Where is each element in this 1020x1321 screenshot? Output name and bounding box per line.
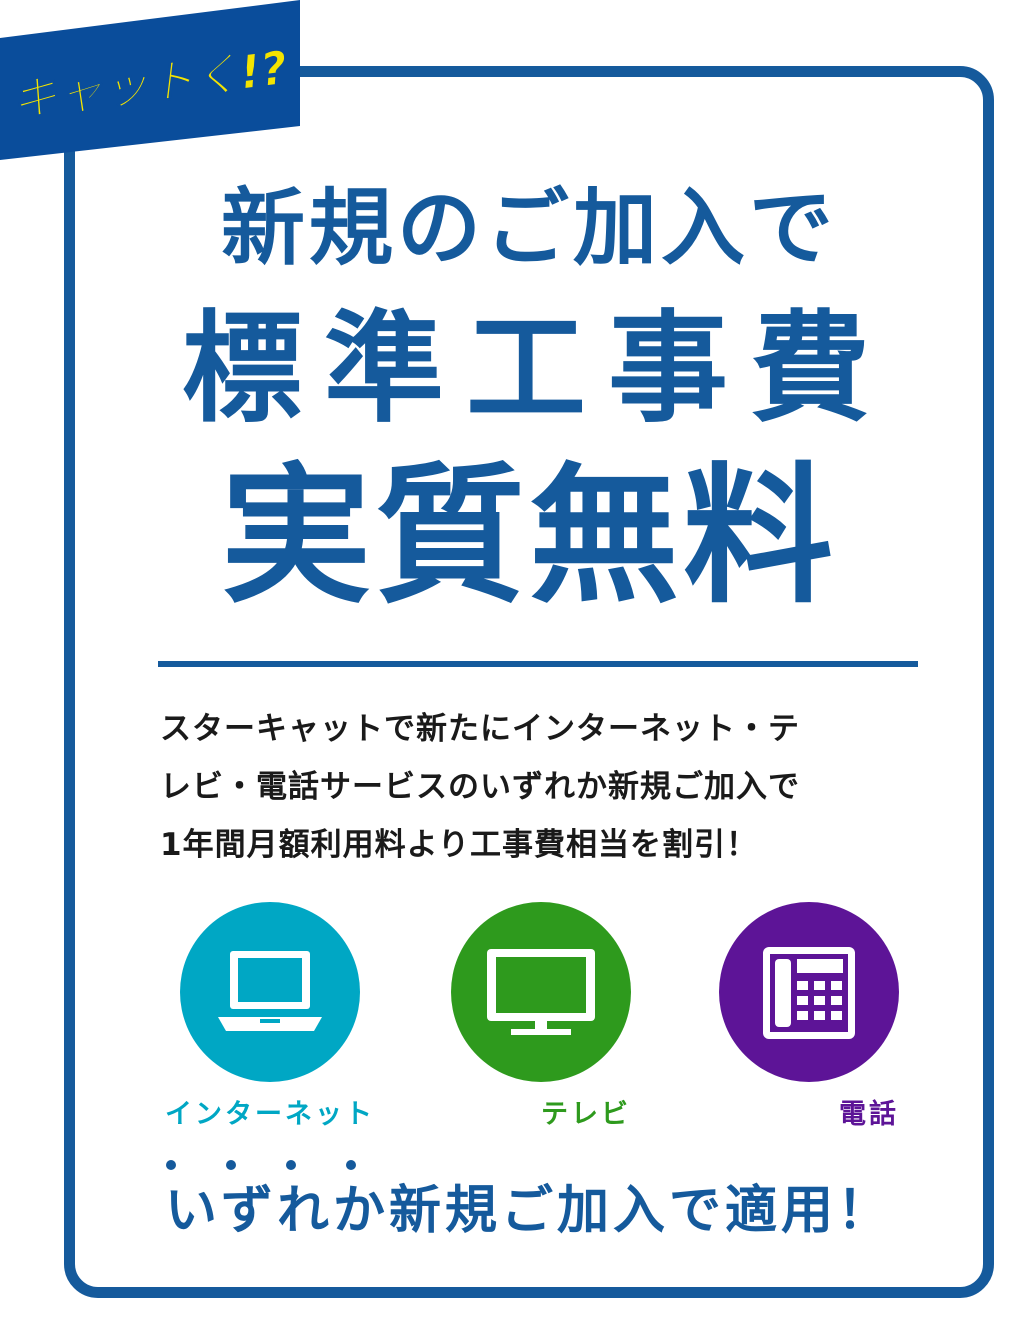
service-phone: 電話 bbox=[719, 902, 899, 1131]
service-phone-circle bbox=[719, 902, 899, 1082]
service-tv-circle bbox=[451, 902, 631, 1082]
laptop-icon bbox=[218, 951, 322, 1031]
service-tv-label: テレビ bbox=[541, 1099, 631, 1130]
brand-logo: キャットく!? bbox=[0, 0, 300, 160]
phone-icon bbox=[763, 947, 855, 1039]
headline-line-1: 新規のご加入で bbox=[220, 179, 837, 277]
tv-icon bbox=[487, 949, 595, 1035]
description-line: 1年間月額利用料より工事費相当を割引！ bbox=[160, 827, 758, 863]
headline-line-3: 実質無料 bbox=[220, 450, 837, 624]
service-internet: インターネット bbox=[165, 902, 372, 1131]
emphasis-dots bbox=[160, 1160, 380, 1172]
headline-line-2: 標準工事費 bbox=[182, 300, 892, 439]
service-internet-circle bbox=[180, 902, 360, 1082]
description-line: レビ・電話サービスのいずれか新規ご加入で bbox=[160, 769, 800, 805]
emphasis-dot bbox=[346, 1160, 356, 1170]
emphasis-dot bbox=[286, 1160, 296, 1170]
description: スターキャットで新たにインターネット・テ レビ・電話サービスのいずれか新規ご加入… bbox=[160, 700, 940, 874]
emphasis-dot bbox=[166, 1160, 176, 1170]
divider bbox=[158, 661, 918, 667]
footer-note: いずれか新規ご加入で適用！ bbox=[164, 1181, 893, 1241]
service-phone-label: 電話 bbox=[839, 1099, 899, 1130]
service-internet-label: インターネット bbox=[165, 1099, 375, 1130]
description-line: スターキャットで新たにインターネット・テ bbox=[160, 711, 800, 747]
emphasis-dot bbox=[226, 1160, 236, 1170]
service-tv: テレビ bbox=[451, 902, 631, 1131]
